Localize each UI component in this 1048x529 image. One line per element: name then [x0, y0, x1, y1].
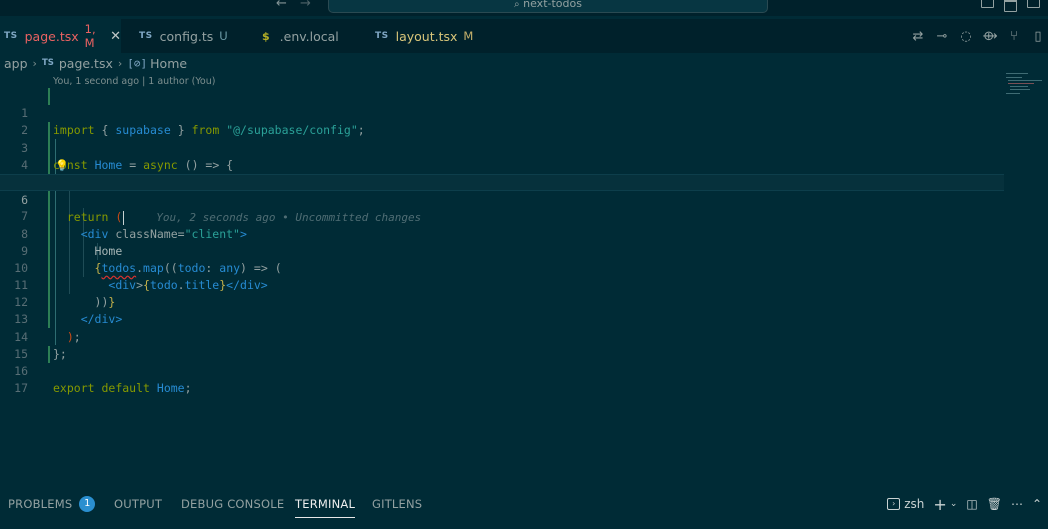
tab-output[interactable]: OUTPUT	[114, 490, 162, 518]
code-line[interactable]: 5 💡	[0, 157, 1004, 189]
arrow-right-icon[interactable]: →	[300, 0, 311, 11]
code-line[interactable]: 16 export default Home;	[0, 346, 1004, 395]
minimap-line	[1006, 93, 1020, 94]
tab-label: .env.local	[279, 28, 339, 44]
minimap-line	[1006, 73, 1028, 74]
window-title: next-todos	[523, 0, 582, 10]
layout-controls	[981, 0, 1040, 12]
tab-debug-console[interactable]: DEBUG CONSOLE	[181, 490, 284, 518]
terminal-icon: ›	[887, 498, 901, 510]
lightbulb-icon[interactable]: 💡	[55, 157, 69, 174]
arrow-left-icon[interactable]: ←	[276, 0, 287, 11]
tab-label: TERMINAL	[295, 496, 356, 511]
minimap-line	[1010, 86, 1028, 87]
editor-actions: ⇄ ⊸ ◌ ⟴ ⑂ ▯	[910, 19, 1048, 53]
tab-layout-tsx[interactable]: TS layout.tsx M	[375, 19, 481, 53]
code-line[interactable]: 9 {todos.map((todo: any) => (	[0, 226, 1004, 275]
typescript-icon: TS	[4, 31, 18, 41]
code-line[interactable]: 1 import { supabase } from "@/supabase/c…	[0, 88, 1004, 137]
maximize-panel-icon[interactable]: ⌃	[1032, 497, 1042, 511]
tab-status: M	[463, 29, 474, 43]
breadcrumb-file[interactable]: page.tsx	[59, 56, 113, 71]
chevron-down-icon[interactable]: ⌄	[950, 499, 958, 509]
breadcrumb-symbol[interactable]: Home	[150, 56, 187, 71]
code-text: export default Home;	[53, 381, 192, 396]
code-line-current[interactable]: 6 return (You, 2 seconds ago • Uncommitt…	[0, 173, 1004, 225]
search-icon: ⌕	[514, 0, 520, 10]
tab-label: layout.tsx	[395, 28, 458, 44]
minimap-line	[1008, 83, 1034, 84]
code-line[interactable]: 17	[0, 363, 1004, 395]
code-line[interactable]: 11 ))}	[0, 260, 1004, 309]
tab-gitlens[interactable]: GITLENS	[372, 490, 422, 518]
toggle-panel-icon[interactable]	[1004, 0, 1017, 12]
trash-icon[interactable]: 🗑	[987, 497, 1002, 511]
tab-label: DEBUG CONSOLE	[181, 497, 285, 511]
breadcrumb: app › TS page.tsx › [⊘] Home	[0, 55, 187, 71]
split-editor-icon[interactable]: ▯	[1030, 28, 1046, 44]
tab-label: page.tsx	[24, 28, 79, 44]
code-line[interactable]: 4 let { data: todos, error } = await sup…	[0, 140, 1004, 189]
tab-env-local[interactable]: $ .env.local	[262, 19, 345, 53]
code-line[interactable]: 10 <div>{todo.title}</div>	[0, 243, 1004, 292]
variable-symbol-icon: [⊘]	[127, 56, 148, 70]
chevron-right-icon: ›	[117, 56, 123, 70]
code-line[interactable]: 2	[0, 105, 1004, 137]
command-center[interactable]: ⌕ next-todos	[328, 0, 768, 13]
tab-label: PROBLEMS	[8, 497, 73, 511]
line-number: 17	[14, 381, 28, 396]
breadcrumb-folder[interactable]: app	[4, 56, 28, 71]
tab-status: U	[219, 29, 228, 43]
panel-tab-bar: PROBLEMS 1 OUTPUT DEBUG CONSOLE TERMINAL…	[0, 490, 1048, 518]
tab-label: config.ts	[159, 28, 214, 44]
code-editor[interactable]: 1 import { supabase } from "@/supabase/c…	[0, 88, 1004, 395]
minimap-line	[1008, 80, 1042, 81]
typescript-icon: TS	[375, 31, 389, 41]
code-line[interactable]: 8 Home	[0, 208, 1004, 258]
code-line[interactable]: 15	[0, 329, 1004, 361]
tab-terminal[interactable]: TERMINAL	[295, 490, 356, 518]
close-icon[interactable]: ✕	[110, 29, 121, 44]
tab-label: GITLENS	[372, 497, 423, 511]
minimap-line	[1006, 77, 1022, 78]
terminal-shell-label: zsh	[904, 497, 925, 511]
typescript-icon: TS	[41, 58, 54, 68]
typescript-icon: TS	[139, 31, 153, 41]
toggle-sidebar-icon[interactable]	[981, 0, 994, 8]
tab-config-ts[interactable]: TS config.ts U	[139, 19, 236, 53]
tab-problems[interactable]: PROBLEMS 1	[8, 490, 96, 518]
terminal-shell-selector[interactable]: › zsh	[887, 497, 924, 511]
minimap-line	[1010, 89, 1030, 90]
chevron-right-icon: ›	[32, 56, 37, 70]
editor-tab-bar: TS page.tsx 1, M ✕ TS config.ts U $ .env…	[0, 19, 1048, 53]
previous-change-icon[interactable]: ⊸	[934, 28, 950, 44]
next-change-icon[interactable]: ⟴	[982, 28, 998, 44]
add-terminal-icon[interactable]: +	[933, 495, 946, 514]
split-terminal-icon[interactable]: ◫	[966, 497, 977, 511]
code-line[interactable]: 7 <div className="client">	[0, 191, 1004, 240]
code-line[interactable]: 12 </div>	[0, 277, 1004, 326]
title-bar: ← → ⌕ next-todos	[0, 0, 1048, 16]
minimap[interactable]	[1004, 71, 1044, 101]
problems-count-badge: 1	[79, 496, 96, 512]
tab-label: OUTPUT	[114, 497, 163, 511]
tab-status: 1, M	[84, 22, 96, 50]
code-line[interactable]: 14 };	[0, 311, 1004, 361]
commit-icon[interactable]: ◌	[958, 28, 974, 44]
dollar-icon: $	[262, 29, 270, 43]
code-line[interactable]: 13 );	[0, 294, 1004, 343]
code-line[interactable]: 3 const Home = async () => {	[0, 122, 1004, 172]
git-compare-icon[interactable]: ⇄	[910, 28, 926, 44]
gitlens-icon[interactable]: ⑂	[1006, 28, 1022, 44]
terminal-actions: › zsh + ⌄ ◫ 🗑 ⋯ ⌃	[887, 490, 1042, 518]
tab-page-tsx[interactable]: TS page.tsx 1, M ✕	[0, 19, 121, 53]
gitlens-blame-header[interactable]: You, 1 second ago | 1 author (You)	[53, 76, 215, 87]
more-actions-icon[interactable]: ⋯	[1011, 497, 1023, 511]
toggle-secondary-sidebar-icon[interactable]	[1027, 0, 1040, 8]
